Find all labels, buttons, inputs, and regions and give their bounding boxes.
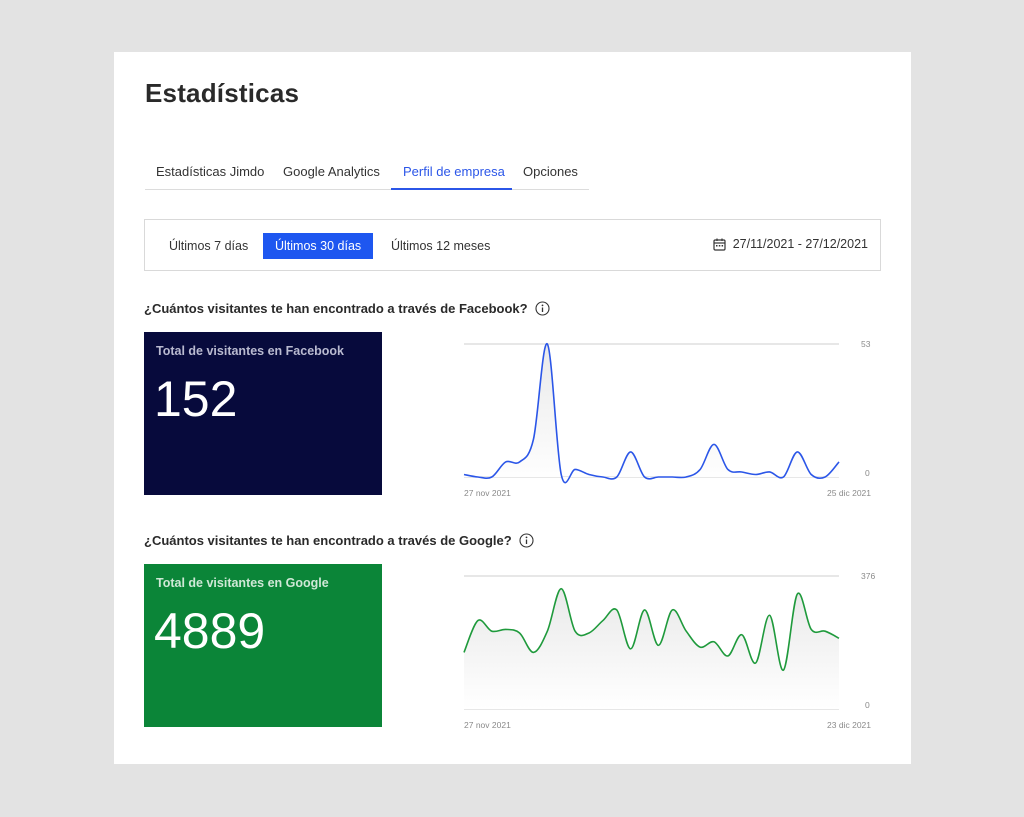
y-axis-min-label: 0 bbox=[865, 700, 870, 710]
y-axis-min-label: 0 bbox=[865, 468, 870, 478]
range-30-days-button[interactable]: Últimos 30 días bbox=[263, 233, 374, 259]
google-section-title: ¿Cuántos visitantes te han encontrado a … bbox=[144, 533, 534, 548]
date-range-picker[interactable]: 27/11/2021 - 27/12/2021 bbox=[713, 237, 868, 251]
calendar-icon bbox=[713, 238, 726, 251]
facebook-question: ¿Cuántos visitantes te han encontrado a … bbox=[144, 301, 528, 316]
google-total-box: Total de visitantes en Google 4889 bbox=[144, 564, 382, 727]
facebook-section-title: ¿Cuántos visitantes te han encontrado a … bbox=[144, 301, 550, 316]
info-icon[interactable] bbox=[535, 301, 550, 316]
facebook-total-label: Total de visitantes en Facebook bbox=[156, 344, 345, 358]
y-axis-max-label: 376 bbox=[861, 571, 875, 581]
active-tab-indicator bbox=[391, 188, 512, 190]
x-axis-end-label: 25 dic 2021 bbox=[827, 488, 871, 498]
google-total-label: Total de visitantes en Google bbox=[156, 576, 329, 590]
gg-area-fill bbox=[464, 588, 839, 709]
info-icon[interactable] bbox=[519, 533, 534, 548]
date-range-text: 27/11/2021 - 27/12/2021 bbox=[732, 237, 868, 251]
google-question: ¿Cuántos visitantes te han encontrado a … bbox=[144, 533, 512, 548]
x-axis-start-label: 27 nov 2021 bbox=[464, 720, 511, 730]
range-7-days-button[interactable]: Últimos 7 días bbox=[157, 233, 260, 259]
tab-perfil-de-empresa[interactable]: Perfil de empresa bbox=[403, 164, 505, 179]
tab-estadisticas-jimdo[interactable]: Estadísticas Jimdo bbox=[156, 164, 264, 179]
fb-series-line bbox=[463, 343, 840, 484]
facebook-total-box: Total de visitantes en Facebook 152 bbox=[144, 332, 382, 495]
facebook-visitors-chart: 53 0 27 nov 2021 25 dic 2021 bbox=[463, 339, 871, 498]
statistics-card: Estadísticas Estadísticas Jimdo Google A… bbox=[114, 52, 911, 764]
tab-opciones[interactable]: Opciones bbox=[523, 164, 578, 179]
range-12-months-button[interactable]: Últimos 12 meses bbox=[379, 233, 502, 259]
tab-google-analytics[interactable]: Google Analytics bbox=[283, 164, 380, 179]
google-visitors-chart: 376 0 27 nov 2021 23 dic 2021 bbox=[463, 571, 875, 730]
y-axis-max-label: 53 bbox=[861, 339, 871, 349]
facebook-total-value: 152 bbox=[154, 371, 238, 427]
tab-bar: Estadísticas Jimdo Google Analytics Perf… bbox=[145, 159, 589, 190]
date-range-bar: Últimos 7 días Últimos 30 días Últimos 1… bbox=[144, 219, 881, 271]
x-axis-start-label: 27 nov 2021 bbox=[464, 488, 511, 498]
google-total-value: 4889 bbox=[154, 603, 266, 659]
page-title: Estadísticas bbox=[145, 78, 300, 108]
x-axis-end-label: 23 dic 2021 bbox=[827, 720, 871, 730]
